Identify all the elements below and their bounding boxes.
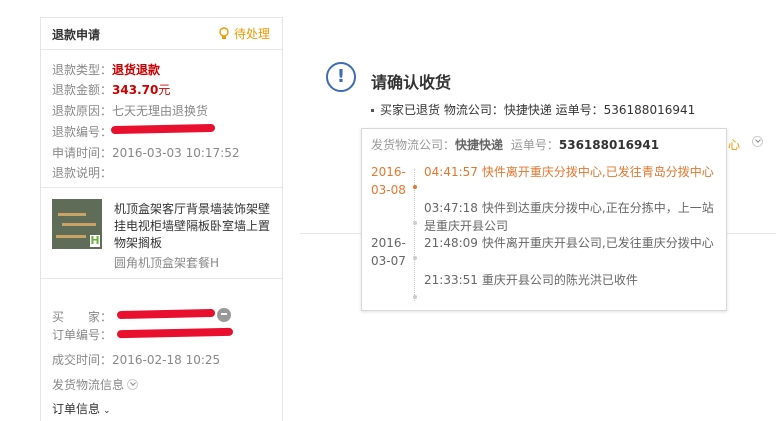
panel-title: 退款申请: [52, 28, 101, 42]
product-title-link[interactable]: 机顶盒架客厅背景墙装饰架壁挂电视柜墙壁隔板卧室墙上置物架搁板: [114, 201, 276, 252]
event-time: 04:41:57: [424, 165, 478, 179]
refund-amount-value: 343.70: [112, 83, 159, 97]
deal-time-row: 成交时间：2016-02-18 10:25: [52, 351, 220, 368]
order-number-label: 订单编号：: [52, 328, 113, 342]
refund-reason-label: 退款原因：: [52, 104, 113, 118]
refund-amount-label: 退款金额：: [52, 83, 113, 97]
chevron-down-icon[interactable]: [752, 136, 763, 147]
logistics-toggle[interactable]: 发货物流信息: [52, 376, 139, 393]
status-badge: 待处理: [218, 25, 270, 42]
refund-type-row: 退款类型：退货退款: [52, 61, 160, 78]
event-text: 重庆开县公司的陈光洪已收件: [481, 273, 638, 287]
timeline-dot: [413, 185, 417, 189]
refund-desc-label: 退款说明：: [52, 166, 113, 180]
refund-panel: 退款申请 待处理 退款类型：退货退款 退款金额：343.70元 退款原因：七天无…: [40, 17, 283, 421]
logistics-link-bg[interactable]: 心: [728, 136, 740, 153]
status-text: 待处理: [233, 27, 270, 41]
event-text: 快件离开重庆分拨中心,已发往青岛分拨中心: [481, 165, 714, 179]
bullet-icon: [371, 109, 374, 112]
order-info-toggle[interactable]: 订单信息 ⌄: [52, 400, 111, 417]
timeline-date: 2016- 03-08: [371, 163, 406, 199]
company-label: 发货物流公司：: [371, 138, 456, 152]
event-time: 21:33:51: [424, 273, 478, 287]
product-sku: 圆角机顶盒架套餐H: [114, 256, 220, 270]
chat-icon[interactable]: [217, 308, 231, 322]
company-name: 快捷快递: [455, 138, 504, 152]
popup-header: 发货物流公司：快捷快递 运单号：536188016941: [371, 136, 659, 153]
refund-amount-row: 退款金额：343.70元: [52, 81, 170, 98]
event-time: 21:48:09: [424, 236, 478, 250]
timeline-dot: [413, 221, 417, 225]
redaction-mark: [116, 327, 234, 339]
shipping-note: 买家已退货 物流公司：快捷快递 运单号：536188016941: [371, 101, 695, 118]
date-day: 03-08: [371, 183, 406, 197]
logistics-popup: 发货物流公司：快捷快递 运单号：536188016941 2016- 03-08…: [361, 128, 727, 311]
divider: [41, 187, 282, 188]
chevron-down-icon: [127, 379, 139, 390]
refund-desc-row: 退款说明：: [52, 164, 112, 181]
redaction-mark: [110, 123, 216, 135]
timeline-dot: [413, 256, 417, 260]
chevron-down-icon: ⌄: [103, 406, 111, 416]
timeline-date: 2016- 03-07: [371, 234, 406, 270]
thumb-badge: H: [90, 234, 100, 247]
refund-reason-value: 七天无理由退换货: [112, 104, 209, 118]
timeline-event: 21:48:09 快件离开重庆开县公司,已发往重庆分拨中心: [424, 234, 724, 252]
confirm-title: 请确认收货: [371, 73, 452, 92]
redaction-mark: [116, 308, 216, 320]
logistics-link[interactable]: 发货物流信息: [52, 378, 124, 392]
shelf-graphic: [58, 213, 86, 216]
date-year: 2016-: [371, 165, 406, 179]
divider: [41, 278, 282, 279]
date-year: 2016-: [371, 236, 406, 250]
event-time: 03:47:18: [424, 201, 478, 215]
product-thumbnail[interactable]: H: [52, 199, 102, 249]
apply-time-label: 申请时间：: [52, 146, 113, 160]
timeline-dot: [413, 295, 417, 299]
timeline-event: 04:41:57 快件离开重庆分拨中心,已发往青岛分拨中心: [424, 163, 724, 181]
tracking-number: 536188016941: [558, 138, 660, 152]
refund-panel-header: 退款申请 待处理: [41, 18, 282, 50]
refund-type-value: 退货退款: [112, 63, 161, 77]
shipping-note-text: 买家已退货 物流公司：快捷快递 运单号：536188016941: [380, 103, 696, 117]
tracking-label: 运单号：: [510, 138, 559, 152]
exclamation-icon: !: [326, 62, 356, 92]
deal-time-label: 成交时间：: [52, 353, 113, 367]
refund-number-row: 退款编号：: [52, 123, 112, 140]
timeline-event: 03:47:18 快件到达重庆分拨中心,正在分拣中，上一站是重庆开县公司: [424, 199, 724, 235]
apply-time-row: 申请时间：2016-03-03 10:17:52: [52, 144, 239, 161]
order-number-row: 订单编号：: [52, 326, 112, 343]
refund-number-label: 退款编号：: [52, 125, 113, 139]
date-day: 03-07: [371, 254, 406, 268]
apply-time-value: 2016-03-03 10:17:52: [112, 146, 240, 160]
refund-type-label: 退款类型：: [52, 63, 113, 77]
order-info-link[interactable]: 订单信息: [52, 402, 100, 416]
timeline-event: 21:33:51 重庆开县公司的陈光洪已收件: [424, 271, 724, 289]
shelf-graphic: [62, 223, 96, 226]
event-text: 快件离开重庆开县公司,已发往重庆分拨中心: [481, 236, 714, 250]
lightbulb-icon: [219, 27, 229, 39]
refund-reason-row: 退款原因：七天无理由退换货: [52, 102, 208, 119]
buyer-label: 买 家：: [52, 310, 113, 324]
refund-amount-unit: 元: [158, 83, 171, 97]
deal-time-value: 2016-02-18 10:25: [112, 353, 221, 367]
shelf-graphic: [56, 235, 86, 238]
